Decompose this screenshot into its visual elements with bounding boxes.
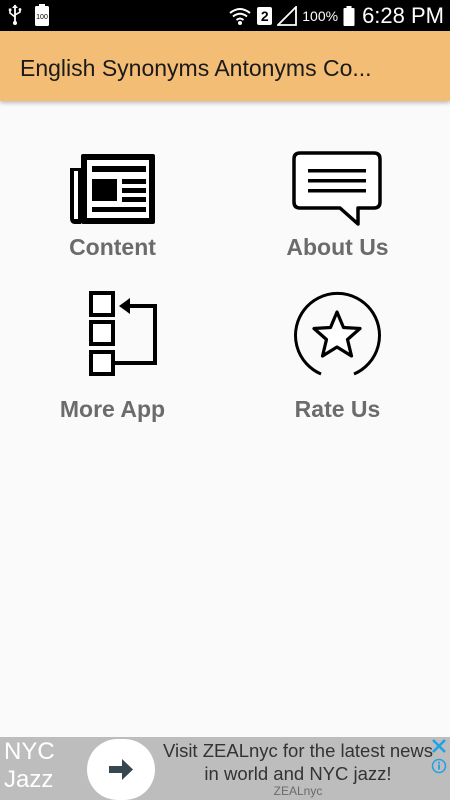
- app-bar: English Synonyms Antonyms Co...: [0, 31, 450, 101]
- content-label: Content: [69, 234, 156, 260]
- rate-us-button[interactable]: Rate Us: [225, 290, 450, 430]
- battery-icon: [343, 5, 355, 26]
- screen: 100 2 100% 6:28 PM English Synonyms Anto: [0, 0, 450, 800]
- newspaper-icon: [70, 154, 155, 224]
- star-circle-icon: [294, 291, 381, 376]
- content-button[interactable]: Content: [0, 150, 225, 290]
- info-icon[interactable]: [431, 758, 447, 774]
- battery-status-icon: 100: [35, 4, 49, 26]
- ad-headline: Visit ZEALnyc for the latest news in wor…: [162, 740, 434, 784]
- ad-banner[interactable]: NYC Jazz Visit ZEALnyc for the latest ne…: [0, 737, 450, 800]
- app-title: English Synonyms Antonyms Co...: [20, 55, 372, 81]
- usb-icon: [8, 4, 22, 25]
- about-us-label: About Us: [286, 234, 389, 260]
- chat-bubble-icon: [292, 151, 382, 226]
- about-us-button[interactable]: About Us: [225, 150, 450, 290]
- wifi-icon: [229, 7, 251, 25]
- status-bar-left: 100: [8, 4, 50, 26]
- ad-arrow-button[interactable]: [87, 739, 155, 800]
- workflow-icon: [89, 291, 157, 376]
- signal-icon: [277, 5, 298, 26]
- ad-brand: NYC Jazz: [4, 738, 55, 793]
- battery-percent: 100%: [302, 7, 339, 24]
- rate-us-label: Rate Us: [294, 396, 381, 422]
- clock: 6:28 PM: [362, 2, 444, 28]
- ad-sponsor: ZEALnyc: [273, 784, 323, 798]
- arrow-right-icon: [109, 759, 133, 780]
- close-icon[interactable]: [431, 738, 447, 754]
- status-bar: 100 2 100% 6:28 PM: [0, 0, 450, 31]
- more-app-button[interactable]: More App: [0, 290, 225, 430]
- more-app-label: More App: [59, 396, 166, 422]
- status-bar-right: 2 100% 6:28 PM: [228, 2, 444, 29]
- sim-badge: 2: [257, 6, 273, 25]
- battery-status-label: 100: [36, 14, 48, 21]
